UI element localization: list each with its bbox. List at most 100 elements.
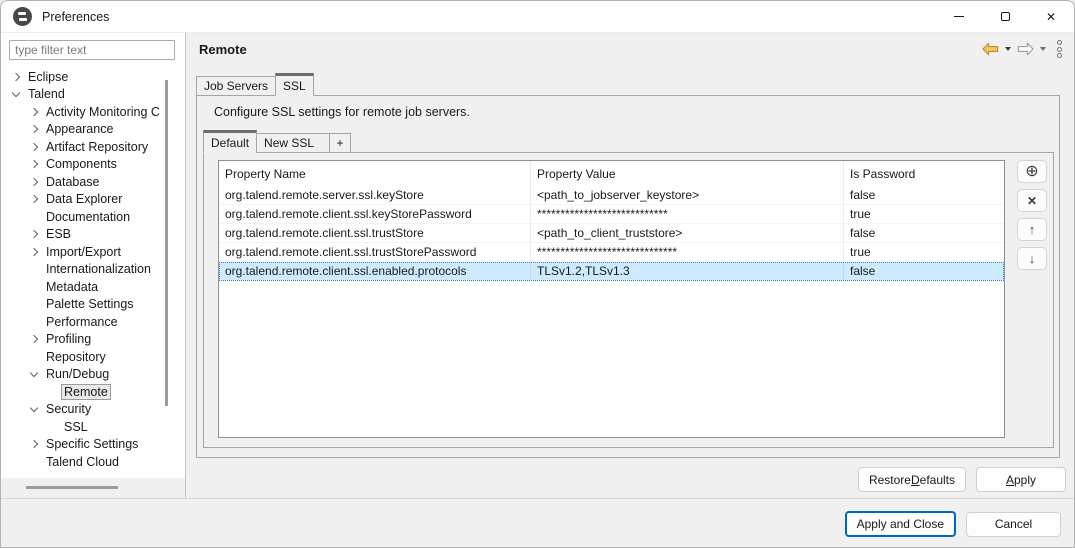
column-header-is-password[interactable]: Is Password xyxy=(844,161,1004,186)
table-row[interactable]: org.talend.remote.client.ssl.enabled.pro… xyxy=(219,262,1004,281)
button-label: D xyxy=(911,473,920,487)
apply-and-close-button[interactable]: Apply and Close xyxy=(845,511,956,537)
button-label: A xyxy=(1006,473,1014,487)
table-row[interactable]: org.talend.remote.client.ssl.trustStore<… xyxy=(219,224,1004,243)
filter-input[interactable] xyxy=(9,40,175,60)
table-row[interactable]: org.talend.remote.client.ssl.keyStorePas… xyxy=(219,205,1004,224)
add-button[interactable]: ⊕ xyxy=(1017,160,1047,183)
sidebar-item-talend-cloud[interactable]: Talend Cloud xyxy=(1,453,185,471)
sidebar-item-profiling[interactable]: Profiling xyxy=(1,331,185,349)
view-menu-button[interactable] xyxy=(1057,40,1062,58)
sidebar-item-esb[interactable]: ESB xyxy=(1,226,185,244)
page-title: Remote xyxy=(199,42,247,57)
chevron-right-icon[interactable] xyxy=(29,249,43,255)
chevron-right-icon[interactable] xyxy=(29,441,43,447)
sidebar-item-appearance[interactable]: Appearance xyxy=(1,121,185,139)
sidebar-item-label: Components xyxy=(43,157,120,171)
back-button[interactable] xyxy=(982,42,999,56)
cell-is-password: false xyxy=(844,262,1004,280)
tab-new-ssl[interactable]: New SSL xyxy=(256,133,330,153)
tab-default[interactable]: Default xyxy=(203,130,257,153)
tab-ssl[interactable]: SSL xyxy=(275,73,314,96)
maximize-button[interactable] xyxy=(982,1,1028,32)
sidebar-item-data-explorer[interactable]: Data Explorer xyxy=(1,191,185,209)
sidebar-item-label: Eclipse xyxy=(25,70,71,84)
sidebar-item-specific-settings[interactable]: Specific Settings xyxy=(1,436,185,454)
restore-defaults-button[interactable]: Restore Defaults xyxy=(858,467,966,492)
sidebar-item-label: Artifact Repository xyxy=(43,140,151,154)
chevron-down-icon[interactable] xyxy=(29,372,43,376)
ssl-tab-content: Configure SSL settings for remote job se… xyxy=(196,95,1060,458)
sidebar-item-components[interactable]: Components xyxy=(1,156,185,174)
minimize-button[interactable] xyxy=(936,1,982,32)
sidebar-item-label: Talend Cloud xyxy=(43,455,122,469)
sidebar-item-internationalization[interactable]: Internationalization xyxy=(1,261,185,279)
cancel-button[interactable]: Cancel xyxy=(966,512,1061,537)
sidebar-vertical-scrollbar[interactable] xyxy=(165,80,168,406)
sidebar-horizontal-scrollbar[interactable] xyxy=(26,486,118,489)
sidebar: Eclipse Talend Activity Monitoring C Appear… xyxy=(1,33,186,498)
chevron-right-icon[interactable] xyxy=(11,74,25,80)
sidebar-item-performance[interactable]: Performance xyxy=(1,313,185,331)
column-header-property-name[interactable]: Property Name xyxy=(219,161,531,186)
sidebar-item-label: Run/Debug xyxy=(43,367,112,381)
sidebar-item-activity-monitoring-c[interactable]: Activity Monitoring C xyxy=(1,103,185,121)
tab-add-ssl-config[interactable]: + xyxy=(329,133,351,153)
table-header: Property NameProperty ValueIs Password xyxy=(219,161,1004,186)
chevron-right-icon[interactable] xyxy=(29,196,43,202)
sidebar-tree: Eclipse Talend Activity Monitoring C Appear… xyxy=(1,65,185,471)
cell-is-password: false xyxy=(844,186,1004,204)
button-label: efaults xyxy=(920,473,955,487)
sidebar-item-talend[interactable]: Talend xyxy=(1,86,185,104)
move-up-button[interactable]: ↑ xyxy=(1017,218,1047,241)
chevron-right-icon[interactable] xyxy=(29,231,43,237)
chevron-right-icon[interactable] xyxy=(29,144,43,150)
sidebar-bottom-strip xyxy=(1,478,185,498)
sidebar-item-eclipse[interactable]: Eclipse xyxy=(1,68,185,86)
sidebar-item-database[interactable]: Database xyxy=(1,173,185,191)
back-history-dropdown[interactable] xyxy=(1005,47,1011,51)
sidebar-item-artifact-repository[interactable]: Artifact Repository xyxy=(1,138,185,156)
chevron-right-icon[interactable] xyxy=(29,109,43,115)
sidebar-item-label: Activity Monitoring C xyxy=(43,105,163,119)
table-actions: ⊕ ✕ ↑ ↓ xyxy=(1017,160,1047,438)
sidebar-item-label: Talend xyxy=(25,87,68,101)
sidebar-item-metadata[interactable]: Metadata xyxy=(1,278,185,296)
table-body: org.talend.remote.server.ssl.keyStore<pa… xyxy=(219,186,1004,281)
back-icon xyxy=(982,42,999,56)
view-menu-icon xyxy=(1057,40,1062,45)
cell-property-name: org.talend.remote.server.ssl.keyStore xyxy=(219,186,531,204)
chevron-right-icon[interactable] xyxy=(29,336,43,342)
column-header-property-value[interactable]: Property Value xyxy=(531,161,844,186)
table-row[interactable]: org.talend.remote.client.ssl.trustStoreP… xyxy=(219,243,1004,262)
chevron-right-icon[interactable] xyxy=(29,161,43,167)
sidebar-item-run-debug[interactable]: Run/Debug xyxy=(1,366,185,384)
sidebar-item-import-export[interactable]: Import/Export xyxy=(1,243,185,261)
sidebar-item-documentation[interactable]: Documentation xyxy=(1,208,185,226)
button-label: pply xyxy=(1014,473,1036,487)
chevron-down-icon[interactable] xyxy=(11,92,25,96)
cell-property-value: TLSv1.2,TLSv1.3 xyxy=(531,262,844,280)
cell-property-name: org.talend.remote.client.ssl.trustStoreP… xyxy=(219,243,531,261)
close-button[interactable]: ✕ xyxy=(1028,1,1074,32)
tab-job-servers[interactable]: Job Servers xyxy=(196,76,276,96)
remove-button[interactable]: ✕ xyxy=(1017,189,1047,212)
chevron-right-icon[interactable] xyxy=(29,179,43,185)
sidebar-item-label: Appearance xyxy=(43,122,116,136)
sidebar-item-palette-settings[interactable]: Palette Settings xyxy=(1,296,185,314)
arrow-down-icon: ↓ xyxy=(1029,252,1036,265)
sidebar-item-ssl[interactable]: SSL xyxy=(1,418,185,436)
table-row[interactable]: org.talend.remote.server.ssl.keyStore<pa… xyxy=(219,186,1004,205)
window-title: Preferences xyxy=(42,10,109,24)
chevron-right-icon[interactable] xyxy=(29,126,43,132)
description: Configure SSL settings for remote job se… xyxy=(214,105,1054,119)
chevron-down-icon[interactable] xyxy=(29,407,43,411)
move-down-button[interactable]: ↓ xyxy=(1017,247,1047,270)
sidebar-item-repository[interactable]: Repository xyxy=(1,348,185,366)
forward-history-dropdown[interactable] xyxy=(1040,47,1046,51)
sidebar-item-label: Remote xyxy=(61,384,111,400)
forward-button[interactable] xyxy=(1017,42,1034,56)
sidebar-item-remote[interactable]: Remote xyxy=(1,383,185,401)
apply-button[interactable]: Apply xyxy=(976,467,1066,492)
sidebar-item-security[interactable]: Security xyxy=(1,401,185,419)
